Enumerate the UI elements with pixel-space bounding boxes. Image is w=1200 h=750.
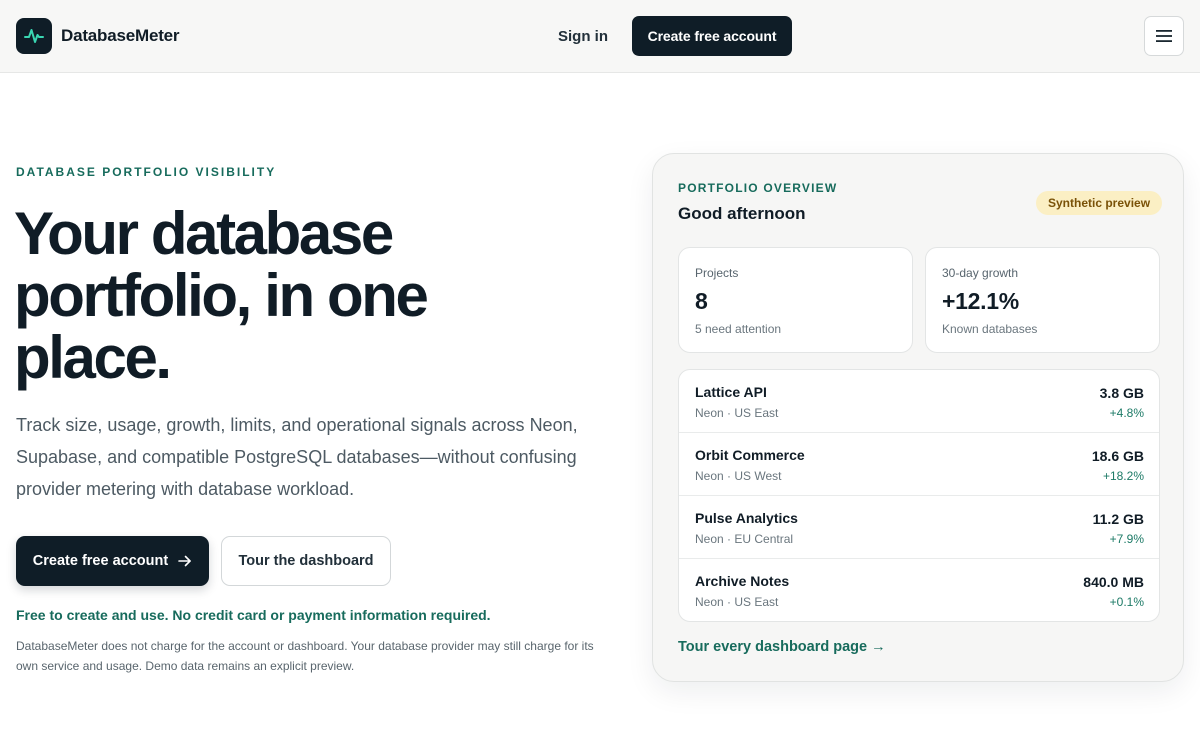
brand-name: DatabaseMeter [61, 26, 180, 45]
database-growth: +18.2% [1102, 469, 1144, 483]
menu-button[interactable] [1144, 16, 1184, 56]
database-name: Lattice API [695, 384, 767, 400]
synthetic-preview-badge: Synthetic preview [1036, 191, 1163, 215]
growth-stat: 30-day growth +12.1% Known databases [925, 247, 1160, 353]
database-location: Neon · EU Central [695, 532, 794, 546]
free-note: Free to create and use. No credit card o… [16, 607, 491, 623]
pulse-icon [16, 18, 52, 54]
database-size: 18.6 GB [1091, 448, 1144, 464]
database-size: 3.8 GB [1099, 385, 1144, 401]
database-row[interactable]: Lattice API Neon · US East 3.8 GB +4.8% [679, 370, 1159, 433]
stat-value: 8 [695, 288, 708, 314]
create-account-label: Create free account [32, 553, 169, 569]
database-growth: +4.8% [1109, 406, 1144, 420]
hero-title: Your database portfolio, in one place. [14, 200, 429, 391]
database-growth: +0.1% [1109, 595, 1144, 609]
database-name: Orbit Commerce [695, 447, 805, 463]
disclaimer: DatabaseMeter does not charge for the ac… [16, 639, 594, 673]
database-location: Neon · US West [695, 469, 782, 483]
hero-description: Track size, usage, growth, limits, and o… [16, 415, 578, 499]
site-header: DatabaseMeter Sign in Create free accoun… [0, 0, 1200, 73]
portfolio-overview-card: PORTFOLIO OVERVIEW Good afternoon Synthe… [652, 153, 1184, 682]
database-row[interactable]: Pulse Analytics Neon · EU Central 11.2 G… [679, 496, 1159, 559]
tour-every-page-link[interactable]: Tour every dashboard page → [678, 639, 886, 655]
stat-sub: Known databases [942, 322, 1038, 336]
hero-eyebrow: DATABASE PORTFOLIO VISIBILITY [16, 165, 277, 179]
stat-label: Projects [695, 266, 739, 280]
database-name: Pulse Analytics [695, 510, 798, 526]
hamburger-icon [1156, 30, 1172, 42]
greeting: Good afternoon [678, 204, 806, 223]
projects-stat: Projects 8 5 need attention [678, 247, 913, 353]
database-row[interactable]: Orbit Commerce Neon · US West 18.6 GB +1… [679, 433, 1159, 496]
database-size: 11.2 GB [1092, 511, 1144, 527]
database-list: Lattice API Neon · US East 3.8 GB +4.8% … [678, 369, 1160, 622]
database-row[interactable]: Archive Notes Neon · US East 840.0 MB +0… [679, 559, 1159, 621]
create-account-header-button[interactable]: Create free account [632, 16, 792, 56]
sign-in-link[interactable]: Sign in [545, 26, 621, 47]
brand-logo[interactable]: DatabaseMeter [16, 18, 180, 54]
arrow-right-icon [178, 555, 191, 567]
create-account-button[interactable]: Create free account [16, 536, 209, 586]
stat-label: 30-day growth [942, 266, 1019, 280]
database-name: Archive Notes [695, 573, 790, 589]
card-eyebrow: PORTFOLIO OVERVIEW [678, 181, 838, 195]
stat-value: +12.1% [942, 288, 1019, 314]
tour-dashboard-button[interactable]: Tour the dashboard [221, 536, 391, 586]
database-location: Neon · US East [695, 406, 779, 420]
stat-sub: 5 need attention [695, 322, 782, 336]
database-location: Neon · US East [695, 595, 779, 609]
database-size: 840.0 MB [1083, 574, 1144, 590]
database-growth: +7.9% [1109, 532, 1144, 546]
